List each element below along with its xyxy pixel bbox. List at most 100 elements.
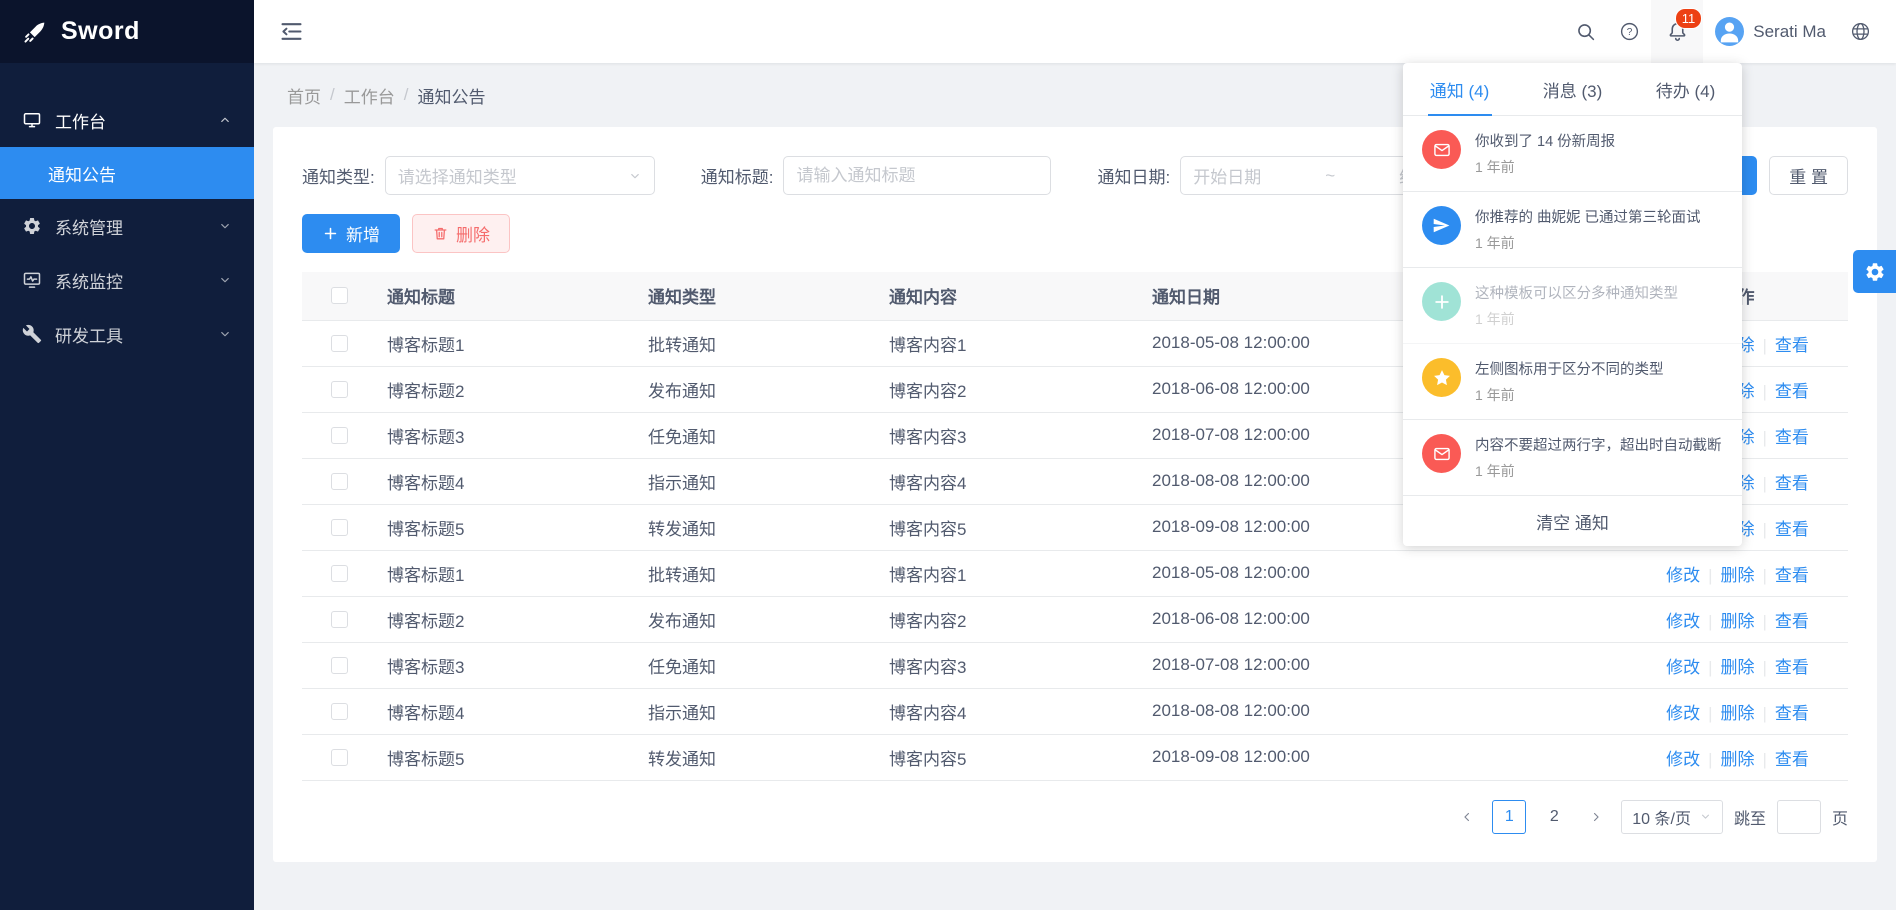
page-number-2[interactable]: 2 <box>1537 800 1571 834</box>
cell-notice-type: 发布通知 <box>648 596 889 642</box>
action-separator: | <box>1763 658 1767 677</box>
row-checkbox[interactable] <box>331 703 348 720</box>
delete-button[interactable]: 删除 <box>412 214 510 253</box>
sidebar-item-dev-tools[interactable]: 研发工具 <box>0 307 254 361</box>
notification-title: 这种模板可以区分多种通知类型 <box>1475 282 1678 303</box>
view-link[interactable]: 查看 <box>1775 658 1809 677</box>
edit-link[interactable]: 修改 <box>1666 658 1700 677</box>
notification-item[interactable]: 你推荐的 曲妮妮 已通过第三轮面试 1 年前 <box>1403 192 1742 268</box>
tab-todos[interactable]: 待办 (4) <box>1629 63 1742 115</box>
select-all-checkbox[interactable] <box>331 287 348 304</box>
breadcrumb-separator: / <box>330 85 335 105</box>
notification-item[interactable]: 内容不要超过两行字，超出时自动截断 1 年前 <box>1403 420 1742 496</box>
page-jump-input[interactable] <box>1777 800 1821 834</box>
sidebar-item-workbench[interactable]: 工作台 <box>0 93 254 147</box>
select-all-cell <box>302 272 387 320</box>
user-menu[interactable]: Serati Ma <box>1703 0 1838 63</box>
view-link[interactable]: 查看 <box>1775 750 1809 769</box>
tab-messages[interactable]: 消息 (3) <box>1516 63 1629 115</box>
table-row: 博客标题5 转发通知 博客内容5 2018-09-08 12:00:00 修改|… <box>302 734 1848 780</box>
edit-link[interactable]: 修改 <box>1666 566 1700 585</box>
sidebar-item-label: 系统监控 <box>55 268 123 293</box>
clear-notifications-button[interactable]: 清空 通知 <box>1403 496 1742 546</box>
view-link[interactable]: 查看 <box>1775 704 1809 723</box>
delete-link[interactable]: 删除 <box>1721 750 1755 769</box>
row-checkbox[interactable] <box>331 611 348 628</box>
table-row: 博客标题4 指示通知 博客内容4 2018-08-08 12:00:00 修改|… <box>302 688 1848 734</box>
row-actions-cell: 修改|删除|查看 <box>1627 642 1848 688</box>
add-button[interactable]: 新增 <box>302 214 400 253</box>
row-checkbox[interactable] <box>331 427 348 444</box>
action-separator: | <box>1708 750 1712 769</box>
sidebar-item-notice-board[interactable]: 通知公告 <box>0 147 254 199</box>
notification-title: 左侧图标用于区分不同的类型 <box>1475 358 1664 379</box>
page-number-1[interactable]: 1 <box>1492 800 1526 834</box>
view-link[interactable]: 查看 <box>1775 520 1809 539</box>
edit-link[interactable]: 修改 <box>1666 750 1700 769</box>
notification-item[interactable]: 你收到了 14 份新周报 1 年前 <box>1403 116 1742 192</box>
notifications-bell[interactable]: 11 <box>1651 0 1703 63</box>
table-row: 博客标题3 任免通知 博客内容3 2018-07-08 12:00:00 修改|… <box>302 642 1848 688</box>
app-title: Sword <box>61 17 140 46</box>
row-checkbox[interactable] <box>331 749 348 766</box>
search-icon[interactable] <box>1563 0 1607 63</box>
prev-page-icon[interactable] <box>1453 800 1481 834</box>
pagination: 1 2 10 条/页 跳至 页 <box>302 800 1848 834</box>
breadcrumb-workbench[interactable]: 工作台 <box>344 83 395 108</box>
next-page-icon[interactable] <box>1582 800 1610 834</box>
logo[interactable]: Sword <box>0 0 254 63</box>
reset-button[interactable]: 重 置 <box>1769 156 1848 195</box>
notification-dropdown: 通知 (4) 消息 (3) 待办 (4) 你收到了 14 份新周报 1 年前 你… <box>1403 63 1742 546</box>
row-actions-cell: 修改|删除|查看 <box>1627 550 1848 596</box>
row-checkbox[interactable] <box>331 519 348 536</box>
cell-notice-title: 博客标题1 <box>387 320 648 366</box>
language-globe-icon[interactable] <box>1838 0 1882 63</box>
row-checkbox[interactable] <box>331 565 348 582</box>
edit-link[interactable]: 修改 <box>1666 612 1700 631</box>
row-checkbox[interactable] <box>331 657 348 674</box>
cell-notice-date: 2018-05-08 12:00:00 <box>1152 550 1627 596</box>
page-size-select[interactable]: 10 条/页 <box>1621 800 1723 834</box>
delete-link[interactable]: 删除 <box>1721 612 1755 631</box>
action-separator: | <box>1763 474 1767 493</box>
notice-title-label: 通知标题: <box>701 163 774 188</box>
view-link[interactable]: 查看 <box>1775 336 1809 355</box>
view-link[interactable]: 查看 <box>1775 566 1809 585</box>
edit-link[interactable]: 修改 <box>1666 704 1700 723</box>
breadcrumb-home[interactable]: 首页 <box>287 83 321 108</box>
cell-notice-content: 博客内容3 <box>889 642 1152 688</box>
view-link[interactable]: 查看 <box>1775 474 1809 493</box>
view-link[interactable]: 查看 <box>1775 382 1809 401</box>
sidebar-collapse-icon[interactable] <box>278 18 305 45</box>
view-link[interactable]: 查看 <box>1775 612 1809 631</box>
notice-type-label: 通知类型: <box>302 163 375 188</box>
sidebar-item-system-admin[interactable]: 系统管理 <box>0 199 254 253</box>
row-checkbox[interactable] <box>331 473 348 490</box>
send-icon <box>1422 206 1461 245</box>
notification-item[interactable]: 左侧图标用于区分不同的类型 1 年前 <box>1403 344 1742 420</box>
cell-notice-content: 博客内容5 <box>889 734 1152 780</box>
chevron-down-icon <box>628 169 642 183</box>
cell-notice-title: 博客标题5 <box>387 504 648 550</box>
row-checkbox[interactable] <box>331 381 348 398</box>
notification-time: 1 年前 <box>1475 233 1701 253</box>
column-notice-title: 通知标题 <box>387 272 648 320</box>
help-icon[interactable]: ? <box>1607 0 1651 63</box>
sidebar-item-system-monitor[interactable]: 系统监控 <box>0 253 254 307</box>
delete-link[interactable]: 删除 <box>1721 704 1755 723</box>
date-range-separator: ~ <box>1325 166 1335 186</box>
delete-link[interactable]: 删除 <box>1721 658 1755 677</box>
notice-type-select[interactable]: 请选择通知类型 <box>385 156 655 195</box>
action-separator: | <box>1763 612 1767 631</box>
notification-item[interactable]: 这种模板可以区分多种通知类型 1 年前 <box>1403 268 1742 344</box>
tab-notifications[interactable]: 通知 (4) <box>1403 63 1516 115</box>
delete-link[interactable]: 删除 <box>1721 566 1755 585</box>
cell-notice-title: 博客标题5 <box>387 734 648 780</box>
row-checkbox[interactable] <box>331 335 348 352</box>
action-separator: | <box>1763 704 1767 723</box>
action-separator: | <box>1763 382 1767 401</box>
gear-icon <box>22 216 42 236</box>
view-link[interactable]: 查看 <box>1775 428 1809 447</box>
theme-settings-button[interactable] <box>1853 250 1896 293</box>
notice-title-input[interactable] <box>783 156 1051 195</box>
